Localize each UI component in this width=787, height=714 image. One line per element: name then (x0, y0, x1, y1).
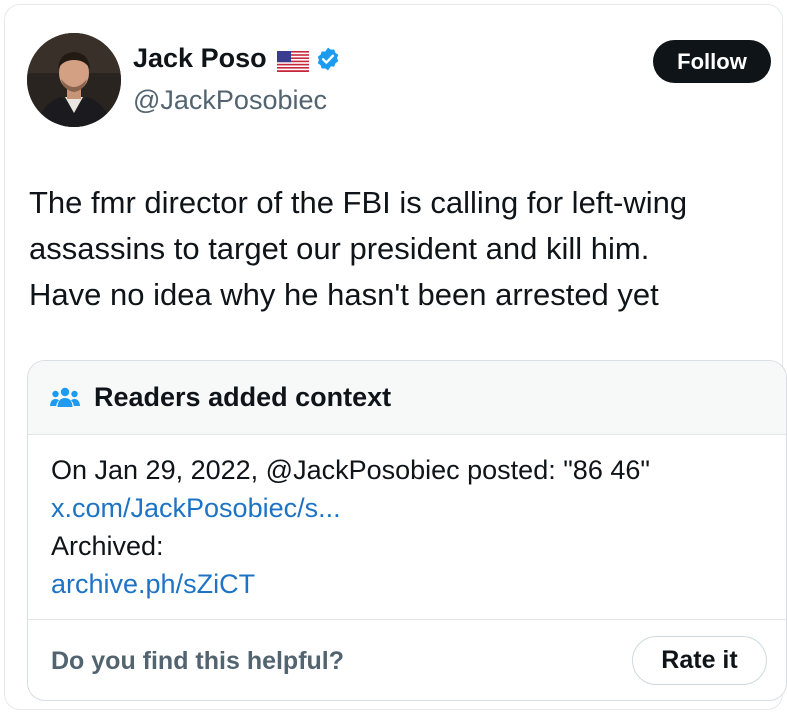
author-name-row[interactable]: Jack Poso (133, 43, 341, 74)
community-note-title: Readers added context (94, 382, 392, 412)
tweet-text-line: Have no idea why he hasn't been arrested… (29, 277, 659, 312)
avatar[interactable] (27, 33, 121, 127)
us-flag-icon (276, 48, 309, 72)
tweet-text-line: The fmr director of the FBI is calling f… (29, 185, 688, 220)
author-display-name[interactable]: Jack Poso (133, 43, 267, 74)
community-note-footer: Do you find this helpful? Rate it (28, 619, 786, 700)
community-note-link-tweet[interactable]: x.com/JackPosobiec/s... (51, 489, 771, 527)
community-note-archived-label: Archived: (51, 531, 164, 561)
author-handle[interactable]: @JackPosobiec (133, 85, 327, 116)
tweet-text: The fmr director of the FBI is calling f… (29, 180, 784, 318)
community-note-body: On Jan 29, 2022, @JackPosobiec posted: "… (51, 451, 771, 603)
verified-badge-icon[interactable] (315, 46, 341, 72)
follow-button[interactable]: Follow (653, 40, 771, 83)
community-note-text: On Jan 29, 2022, @JackPosobiec posted: "… (51, 455, 650, 485)
helpful-question: Do you find this helpful? (51, 647, 345, 675)
community-note-link-archive[interactable]: archive.ph/sZiCT (51, 565, 771, 603)
community-note: Readers added context On Jan 29, 2022, @… (27, 360, 787, 701)
rate-it-button[interactable]: Rate it (632, 636, 767, 685)
tweet-card: Jack Poso @JackPosobiec Follow The fmr d… (4, 4, 787, 710)
tweet-text-line: assassins to target our president and ki… (29, 231, 650, 266)
avatar-photo (27, 33, 121, 127)
people-icon (50, 385, 80, 411)
community-note-header[interactable]: Readers added context (28, 361, 786, 435)
